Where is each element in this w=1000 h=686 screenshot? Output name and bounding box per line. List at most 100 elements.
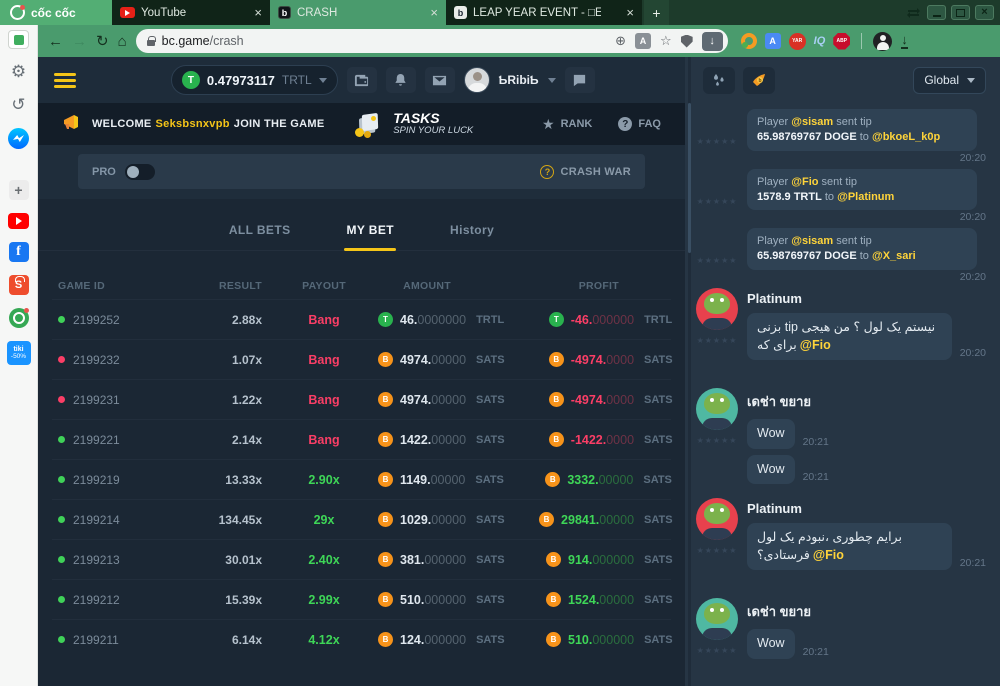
rank-link[interactable]: ★RANK [542, 117, 592, 131]
tab-close-icon[interactable]: × [626, 6, 634, 19]
amount-value: 1149.00000 [400, 473, 465, 487]
facebook-shortcut-icon[interactable]: f [9, 242, 29, 262]
downloads-icon[interactable]: ↓ [901, 33, 908, 49]
avatar[interactable] [464, 67, 490, 93]
chat-bubble-line: Wow 20:21 [747, 455, 986, 485]
mention-link[interactable]: @Fio [791, 176, 818, 188]
table-row: 2199211 6.14x 4.12x B 124.000000 SATS B … [52, 619, 671, 659]
notifications-button[interactable] [386, 67, 416, 93]
tab-my-bet[interactable]: MY BET [346, 223, 394, 237]
chat-avatar[interactable] [696, 388, 738, 430]
message-time: 20:21 [960, 557, 986, 570]
chat-user-message: ★★★★★ Platinum لول‎ یک‎ نبودم،‎ چطوری‎ ب… [695, 498, 986, 590]
shield-icon[interactable] [681, 35, 693, 48]
chat-username[interactable]: เดช่า ขยาย [747, 391, 986, 412]
mention-link[interactable]: @sisam [791, 235, 833, 247]
mention-link[interactable]: @Fio [800, 338, 831, 352]
shopee-shortcut-icon[interactable]: S [9, 275, 29, 295]
game-header: T 0.47973117 TRTL [38, 57, 685, 103]
tab-crash[interactable]: b CRASH × [270, 0, 446, 25]
chat-user-message: ★★★★★ Platinum بزنی‎ tip هیجی‎ ؟ من‎ لول… [695, 288, 986, 380]
chat-username[interactable]: Platinum [747, 501, 986, 516]
pro-toggle[interactable] [125, 164, 155, 180]
adblock-extension-icon[interactable]: ABP [833, 33, 850, 50]
close-button[interactable]: × [975, 5, 994, 20]
profit-cell: B 3332.00000 SATS [511, 472, 679, 487]
mention-link[interactable]: @X_sari [872, 250, 916, 262]
tab-close-icon[interactable]: × [254, 6, 262, 19]
translate-page-icon[interactable]: A [635, 33, 651, 49]
youtube-shortcut-icon[interactable] [8, 213, 29, 229]
iq-extension-icon[interactable]: IQ [814, 35, 826, 47]
mention-link[interactable]: @bkoeL_k0p [872, 131, 940, 143]
result-value: 134.45x [178, 513, 270, 527]
faq-link[interactable]: ?FAQ [618, 117, 661, 131]
payout-value: 29x [270, 513, 378, 527]
chat-avatar[interactable] [696, 598, 738, 640]
reload-icon[interactable]: ↻ [96, 34, 109, 49]
messenger-icon[interactable] [8, 128, 29, 149]
chat-rain-button[interactable] [703, 67, 735, 94]
balance-selector[interactable]: T 0.47973117 TRTL [171, 65, 338, 95]
zoom-page-icon[interactable]: ⊕ [615, 33, 626, 49]
chat-avatar[interactable] [696, 498, 738, 540]
username[interactable]: ƄRibiƄ [499, 73, 539, 87]
fireball-button[interactable]: b [743, 67, 775, 94]
gear-icon[interactable]: ⚙ [8, 62, 30, 82]
mention-link[interactable]: @sisam [791, 116, 833, 128]
mention-link[interactable]: @Platinum [837, 191, 894, 203]
mention-link[interactable]: @Fio [813, 548, 844, 562]
result-value: 13.33x [178, 473, 270, 487]
game-id: 2199221 [73, 433, 120, 447]
chat-username[interactable]: Platinum [747, 291, 986, 306]
back-icon[interactable]: ← [48, 34, 63, 49]
minimize-button[interactable] [927, 5, 946, 20]
yar-extension-icon[interactable]: YAR [789, 33, 806, 50]
tab-history[interactable]: History [450, 223, 494, 237]
new-tab-button[interactable]: + [644, 0, 669, 25]
address-bar[interactable]: bc.game/crash ⊕ A ☆ ↓ [136, 29, 728, 53]
crash-war-link[interactable]: ? CRASH WAR [540, 165, 631, 179]
maximize-button[interactable] [951, 5, 970, 20]
chat-avatar[interactable] [696, 288, 738, 330]
profit-value: 1524.00000 [568, 593, 634, 607]
translate-extension-icon[interactable]: A [765, 33, 781, 49]
coccoc-shortcut-icon[interactable] [9, 308, 29, 328]
chat-toggle-button[interactable] [565, 67, 595, 93]
amount-value: 510.000000 [400, 593, 466, 607]
wallet-button[interactable] [347, 67, 377, 93]
menu-hamburger-icon[interactable] [54, 73, 76, 88]
chat-username[interactable]: เดช่า ขยาย [747, 601, 986, 622]
currency-coin-icon: B [549, 352, 564, 367]
currency-coin-icon: B [378, 392, 393, 407]
home-icon[interactable]: ⌂ [118, 34, 127, 49]
profit-value: -4974.0000 [571, 353, 634, 367]
tab-close-icon[interactable]: × [430, 6, 438, 19]
history-icon[interactable]: ↺ [8, 95, 30, 115]
pro-label: PRO [92, 166, 116, 178]
profit-currency: SATS [644, 394, 680, 406]
download-active-icon[interactable]: ↓ [702, 32, 723, 51]
chat-messages: ★★★★★ Player @sisam sent tip 65.98769767… [685, 103, 1000, 686]
tiki-shortcut-icon[interactable]: tiki -50% [7, 341, 31, 365]
amount-cell: B 1029.00000 SATS [378, 512, 512, 527]
add-shortcut-button[interactable]: + [9, 180, 29, 200]
chat-channel-select[interactable]: Global [913, 67, 986, 94]
chat-user-message: ★★★★★ เดช่า ขยาย Wow 20:21 Wow 20:21 [695, 388, 986, 490]
snap-windows-icon[interactable] [908, 8, 922, 18]
forward-icon[interactable]: → [72, 34, 87, 49]
side-panel-icon[interactable] [8, 30, 29, 49]
profile-avatar[interactable] [873, 32, 892, 51]
tab-all-bets[interactable]: ALL BETS [229, 223, 291, 237]
tasks-promo[interactable]: TASKS SPIN YOUR LUCK [353, 111, 473, 137]
messages-button[interactable] [425, 67, 455, 93]
tab-youtube[interactable]: YouTube × [112, 0, 270, 25]
game-status-dot [58, 636, 65, 643]
tab-leap-year-event[interactable]: b LEAP YEAR EVENT - □Event - × [446, 0, 642, 25]
avatar-eyes [710, 298, 714, 302]
url-text[interactable]: bc.game/crash [162, 34, 244, 48]
rain-drops-icon [711, 72, 727, 88]
bookmark-star-icon[interactable]: ☆ [660, 33, 672, 49]
coccoc-rewards-icon[interactable] [741, 33, 757, 49]
chat-bubble-line: بزنی‎ tip هیجی‎ ؟ من‎ لول‎ یک‎ نیستم‎ که… [747, 313, 986, 360]
